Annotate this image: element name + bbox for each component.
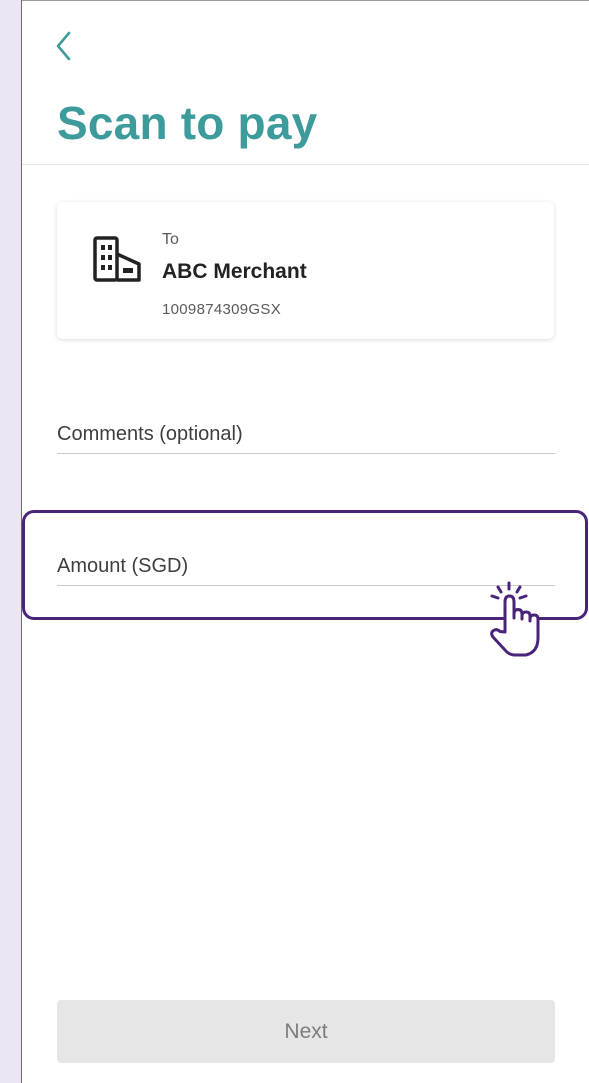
building-icon (93, 236, 141, 282)
header-divider (22, 164, 589, 165)
merchant-name: ABC Merchant (162, 260, 307, 283)
next-button[interactable]: Next (57, 1000, 555, 1063)
amount-underline (57, 585, 555, 586)
comments-underline (57, 453, 555, 454)
top-border (22, 0, 589, 1)
merchant-card: To ABC Merchant 1009874309GSX (57, 202, 554, 339)
comments-label: Comments (optional) (57, 423, 243, 445)
side-strip (0, 0, 22, 1083)
amount-label: Amount (SGD) (57, 555, 189, 577)
to-label: To (162, 231, 179, 248)
chevron-left-icon (56, 31, 71, 61)
phone-screen (22, 0, 589, 1083)
page-title: Scan to pay (57, 97, 318, 149)
back-button[interactable] (50, 28, 80, 64)
merchant-id: 1009874309GSX (162, 301, 281, 318)
